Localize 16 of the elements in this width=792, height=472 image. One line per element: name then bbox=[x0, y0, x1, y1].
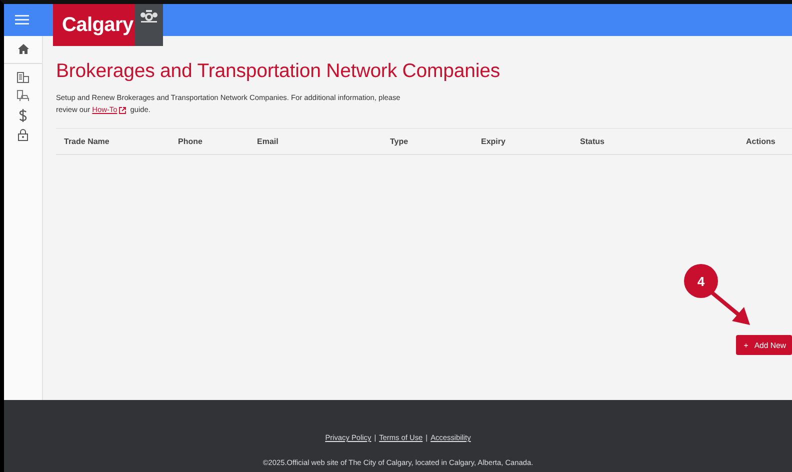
column-header: Trade Name bbox=[63, 137, 110, 146]
column-header: Type bbox=[389, 137, 410, 146]
lock-icon[interactable] bbox=[18, 129, 28, 141]
external-link-icon bbox=[119, 106, 126, 114]
column-header: Status bbox=[579, 137, 606, 146]
column-header: Actions bbox=[745, 137, 776, 146]
menu-icon[interactable] bbox=[15, 14, 29, 26]
column-header: Expiry bbox=[480, 137, 506, 146]
column-header: Phone bbox=[177, 137, 204, 146]
dollar-icon[interactable] bbox=[19, 109, 27, 122]
step-number: 4 bbox=[684, 264, 718, 298]
home-icon[interactable] bbox=[18, 44, 28, 54]
page-title: Brokerages and Transportation Network Companies bbox=[56, 60, 502, 83]
column-header: Email bbox=[256, 137, 280, 146]
building-icon[interactable] bbox=[17, 72, 29, 83]
logo-text[interactable]: Calgary bbox=[53, 4, 135, 46]
